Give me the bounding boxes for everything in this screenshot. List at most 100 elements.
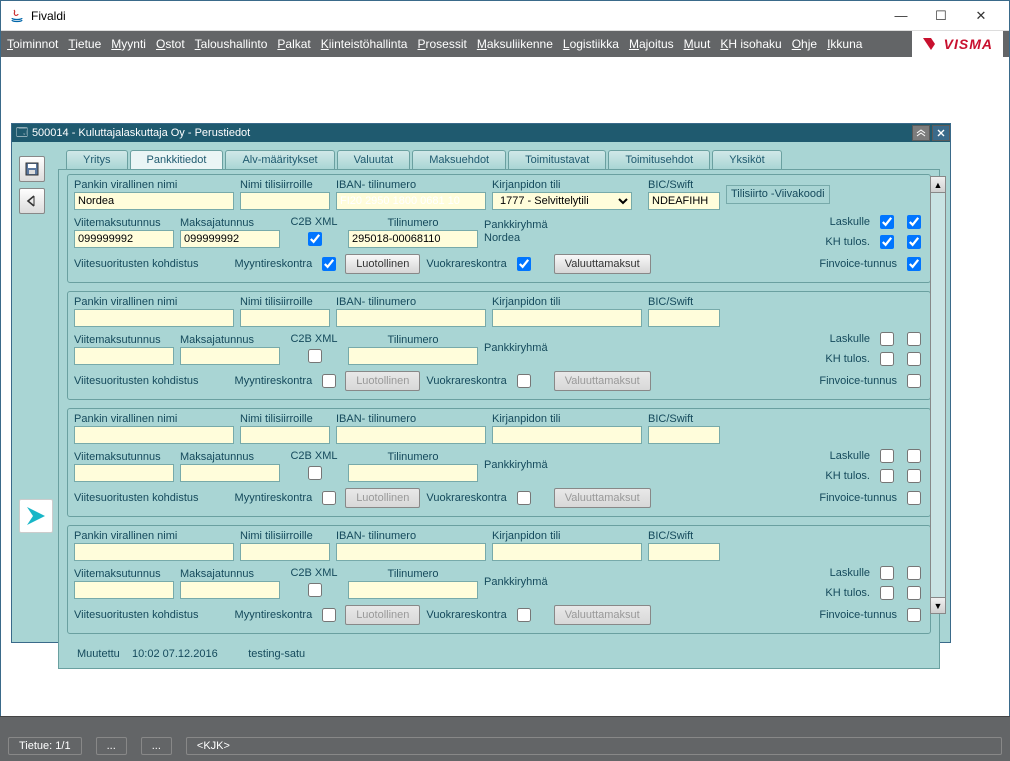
- save-button[interactable]: [19, 156, 45, 182]
- tab-yksiköt[interactable]: Yksiköt: [712, 150, 781, 169]
- bank-name-input[interactable]: [74, 309, 234, 327]
- maksaja-input[interactable]: [180, 347, 280, 365]
- tab-toimitustavat[interactable]: Toimitustavat: [508, 150, 606, 169]
- extra2-checkbox[interactable]: [907, 469, 921, 483]
- extra-checkbox[interactable]: [907, 566, 921, 580]
- viitemaksu-input[interactable]: [74, 230, 174, 248]
- menu-toiminnot[interactable]: Toiminnot: [7, 37, 58, 51]
- account-select[interactable]: [492, 543, 642, 561]
- vuokrareskontra-checkbox[interactable]: [517, 491, 531, 505]
- laskulle-checkbox[interactable]: [880, 566, 894, 580]
- khtulos-checkbox[interactable]: [880, 352, 894, 366]
- tab-maksuehdot[interactable]: Maksuehdot: [412, 150, 506, 169]
- c2b-xml-checkbox[interactable]: [308, 232, 322, 246]
- viitemaksu-input[interactable]: [74, 464, 174, 482]
- tab-alv-määritykset[interactable]: Alv-määritykset: [225, 150, 334, 169]
- myyntireskontra-checkbox[interactable]: [322, 374, 336, 388]
- bic-input[interactable]: [648, 426, 720, 444]
- name-transfers-input[interactable]: [240, 309, 330, 327]
- viitemaksu-input[interactable]: [74, 581, 174, 599]
- iban-input[interactable]: [336, 543, 486, 561]
- iban-input[interactable]: [336, 309, 486, 327]
- vuokrareskontra-checkbox[interactable]: [517, 257, 531, 271]
- extra2-checkbox[interactable]: [907, 352, 921, 366]
- vuokrareskontra-checkbox[interactable]: [517, 608, 531, 622]
- name-transfers-input[interactable]: [240, 426, 330, 444]
- myyntireskontra-checkbox[interactable]: [322, 257, 336, 271]
- tilinumero-input[interactable]: [348, 347, 478, 365]
- laskulle-checkbox[interactable]: [880, 332, 894, 346]
- close-button[interactable]: ✕: [961, 4, 1001, 28]
- vuokrareskontra-checkbox[interactable]: [517, 374, 531, 388]
- maksaja-input[interactable]: [180, 581, 280, 599]
- account-select[interactable]: [492, 426, 642, 444]
- back-button[interactable]: [19, 188, 45, 214]
- name-transfers-input[interactable]: [240, 543, 330, 561]
- menu-myynti[interactable]: Myynti: [111, 37, 146, 51]
- menu-palkat[interactable]: Palkat: [277, 37, 310, 51]
- account-select[interactable]: 1777 - Selvittelytili: [492, 192, 632, 210]
- menu-kh-isohaku[interactable]: KH isohaku: [720, 37, 781, 51]
- finvoice-checkbox[interactable]: [907, 374, 921, 388]
- vertical-scrollbar[interactable]: ▲ ▼: [930, 176, 946, 614]
- tilisiirto-checkbox[interactable]: [907, 215, 921, 229]
- c2b-xml-checkbox[interactable]: [308, 583, 322, 597]
- menu-ostot[interactable]: Ostot: [156, 37, 185, 51]
- finvoice-checkbox[interactable]: [907, 608, 921, 622]
- myyntireskontra-checkbox[interactable]: [322, 608, 336, 622]
- maksaja-input[interactable]: [180, 230, 280, 248]
- bic-input[interactable]: [648, 192, 720, 210]
- maximize-button[interactable]: ☐: [921, 4, 961, 28]
- menu-prosessit[interactable]: Prosessit: [417, 37, 466, 51]
- bank-name-input[interactable]: [74, 426, 234, 444]
- bic-input[interactable]: [648, 543, 720, 561]
- finvoice-checkbox[interactable]: [907, 257, 921, 271]
- c2b-xml-checkbox[interactable]: [308, 466, 322, 480]
- name-transfers-input[interactable]: [240, 192, 330, 210]
- menu-ikkuna[interactable]: Ikkuna: [827, 37, 862, 51]
- tilinumero-input[interactable]: [348, 230, 478, 248]
- tilisiirto2-checkbox[interactable]: [907, 235, 921, 249]
- menu-majoitus[interactable]: Majoitus: [629, 37, 674, 51]
- finvoice-checkbox[interactable]: [907, 491, 921, 505]
- bic-input[interactable]: [648, 309, 720, 327]
- tab-yritys[interactable]: Yritys: [66, 150, 128, 169]
- luotollinen-button[interactable]: Luotollinen: [345, 254, 420, 274]
- subwin-max-button[interactable]: [912, 125, 930, 141]
- menu-logistiikka[interactable]: Logistiikka: [563, 37, 619, 51]
- menu-muut[interactable]: Muut: [684, 37, 711, 51]
- valuuttamaksut-button[interactable]: Valuuttamaksut: [554, 254, 651, 274]
- c2b-xml-checkbox[interactable]: [308, 349, 322, 363]
- menu-ohje[interactable]: Ohje: [792, 37, 817, 51]
- tilinumero-input[interactable]: [348, 464, 478, 482]
- khtulos-checkbox[interactable]: [880, 469, 894, 483]
- menu-taloushallinto[interactable]: Taloushallinto: [195, 37, 268, 51]
- subwin-close-button[interactable]: [932, 125, 950, 141]
- tilinumero-input[interactable]: [348, 581, 478, 599]
- tab-valuutat[interactable]: Valuutat: [337, 150, 411, 169]
- extra-checkbox[interactable]: [907, 449, 921, 463]
- minimize-button[interactable]: —: [881, 4, 921, 28]
- iban-input[interactable]: [336, 192, 486, 210]
- khtulos-checkbox[interactable]: [880, 586, 894, 600]
- menu-maksuliikenne[interactable]: Maksuliikenne: [477, 37, 553, 51]
- menu-kiinteistöhallinta[interactable]: Kiinteistöhallinta: [321, 37, 408, 51]
- extra2-checkbox[interactable]: [907, 586, 921, 600]
- maksaja-input[interactable]: [180, 464, 280, 482]
- laskulle-checkbox[interactable]: [880, 215, 894, 229]
- scroll-up-button[interactable]: ▲: [931, 177, 945, 193]
- khtulos-checkbox[interactable]: [880, 235, 894, 249]
- viitemaksu-input[interactable]: [74, 347, 174, 365]
- tab-pankkitiedot[interactable]: Pankkitiedot: [130, 150, 224, 169]
- menu-tietue[interactable]: Tietue: [68, 37, 101, 51]
- extra-checkbox[interactable]: [907, 332, 921, 346]
- myyntireskontra-checkbox[interactable]: [322, 491, 336, 505]
- account-select[interactable]: [492, 309, 642, 327]
- iban-input[interactable]: [336, 426, 486, 444]
- bank-name-input[interactable]: [74, 543, 234, 561]
- visma-spinner-button[interactable]: [19, 499, 53, 533]
- laskulle-checkbox[interactable]: [880, 449, 894, 463]
- bank-name-input[interactable]: [74, 192, 234, 210]
- scroll-down-button[interactable]: ▼: [931, 597, 945, 613]
- tab-toimitusehdot[interactable]: Toimitusehdot: [608, 150, 710, 169]
